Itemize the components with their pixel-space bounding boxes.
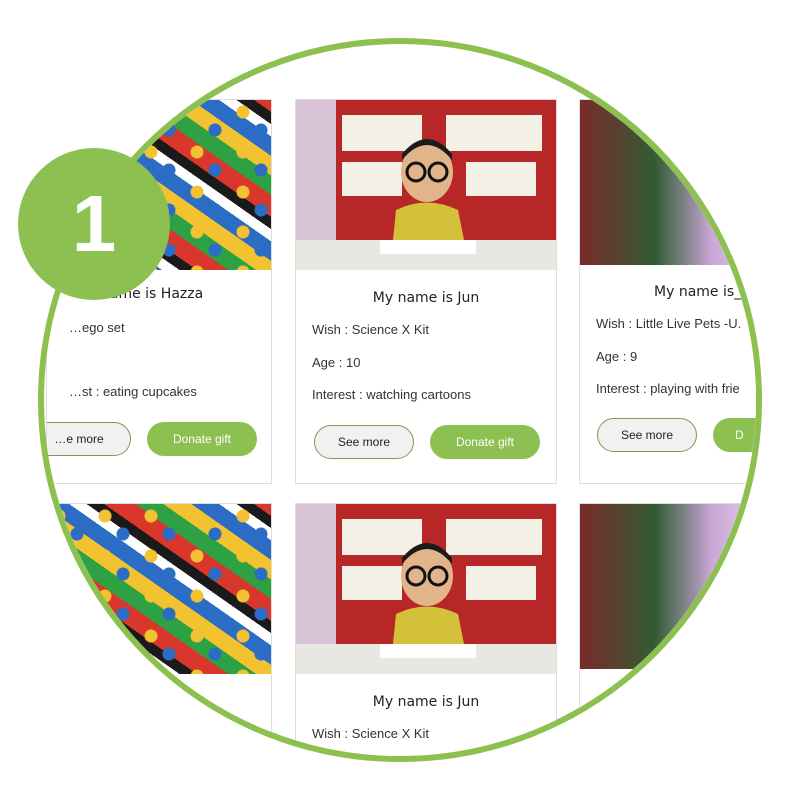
wish-text: Wish : Science X Kit: [312, 322, 430, 337]
donate-gift-button[interactable]: Donate gift: [430, 425, 540, 459]
wish-text: Wish : Science X Kit: [312, 726, 430, 741]
child-card: My name is Jun Wish : Science X Kit: [295, 503, 557, 756]
child-name: My name is Jun: [372, 694, 480, 710]
interest-text: Interest : playing with frie: [596, 381, 740, 396]
child-card: My name is_ Wish : Little Live Pets -U. …: [579, 99, 756, 484]
child-photo: [296, 504, 556, 674]
child-photo: [580, 504, 756, 669]
boy-illustration: [296, 504, 556, 674]
wish-text: …ego set: [69, 320, 125, 335]
child-photo: [580, 100, 756, 265]
see-more-button[interactable]: …e more: [47, 422, 131, 456]
boy-illustration: [296, 100, 556, 270]
interest-text: Interest : watching cartoons: [312, 387, 471, 402]
step-number: 1: [71, 179, 117, 268]
child-photo: [296, 100, 556, 270]
donate-gift-button[interactable]: D: [713, 418, 756, 452]
card-grid: …name is Hazza …ego set …st : eating cup…: [44, 44, 756, 756]
lego-photo: [47, 504, 271, 674]
see-more-button[interactable]: See more: [597, 418, 697, 452]
age-text: Age : 10: [312, 355, 361, 370]
child-name: My name is_: [654, 284, 742, 300]
child-card: My name is Jun Wish : Science X Kit Age …: [295, 99, 557, 484]
child-card: [46, 503, 272, 756]
see-more-button[interactable]: See more: [314, 425, 414, 459]
wish-text: Wish : Little Live Pets -U.: [596, 316, 742, 331]
child-name: My name is Jun: [372, 290, 480, 306]
child-card: [579, 503, 756, 756]
age-text: Age : 9: [596, 349, 638, 364]
donate-gift-button[interactable]: Donate gift: [147, 422, 257, 456]
interest-text: …st : eating cupcakes: [69, 384, 197, 399]
step-number-badge: 1: [18, 148, 170, 300]
circle-frame: …name is Hazza …ego set …st : eating cup…: [38, 38, 762, 762]
